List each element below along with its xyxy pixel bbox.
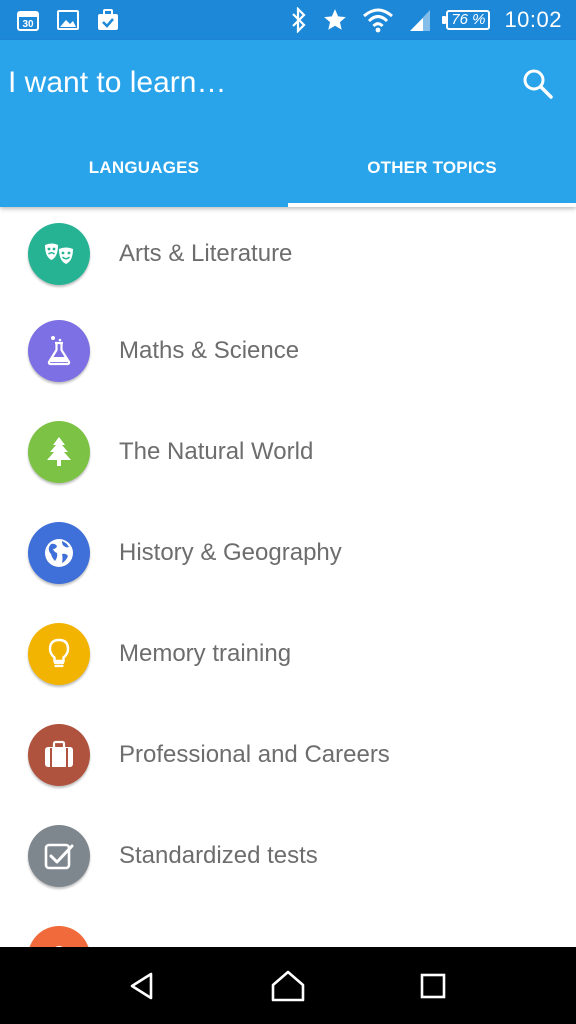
list-item-partial[interactable] (0, 906, 576, 947)
nature-icon-badge (28, 420, 90, 483)
app-bar: I want to learn… LANGUAGES OTHER TOPICS (0, 40, 576, 207)
recent-apps-button[interactable] (411, 964, 455, 1008)
bluetooth-icon (292, 7, 306, 33)
list-item-professional-careers[interactable]: Professional and Careers (0, 704, 576, 805)
memory-icon-badge (28, 622, 90, 685)
tab-other-topics[interactable]: OTHER TOPICS (288, 135, 576, 207)
status-bar: 30 76 % 10:02 (0, 0, 576, 40)
list-item-label: Maths & Science (119, 336, 300, 364)
calendar-notification-icon: 30 (17, 11, 39, 31)
checkbox-icon (44, 843, 74, 869)
list-item-maths-science[interactable]: Maths & Science (0, 300, 576, 401)
recents-square-icon (421, 973, 446, 998)
globe-icon (45, 538, 73, 567)
partial-icon-badge (28, 925, 90, 947)
wifi-icon (363, 8, 394, 33)
history-icon-badge (28, 521, 90, 584)
back-triangle-icon (130, 972, 152, 999)
tab-languages[interactable]: LANGUAGES (0, 135, 288, 207)
list-item-memory-training[interactable]: Memory training (0, 603, 576, 704)
list-item-standardized-tests[interactable]: Standardized tests (0, 805, 576, 906)
partial-icon (54, 945, 64, 947)
flask-icon (47, 335, 71, 365)
topic-list: Arts & Literature Maths & Science The Na… (0, 207, 576, 947)
list-item-label: Professional and Careers (119, 740, 390, 768)
home-icon (271, 970, 305, 1001)
careers-icon-badge (28, 723, 90, 786)
task-notification-icon (98, 9, 118, 30)
back-button[interactable] (121, 964, 165, 1008)
lightbulb-icon (48, 638, 70, 667)
list-item-history-geography[interactable]: History & Geography (0, 502, 576, 603)
list-item-label: The Natural World (119, 437, 314, 465)
theater-masks-icon (45, 243, 73, 264)
star-icon (324, 9, 347, 30)
image-notification-icon (57, 10, 79, 30)
list-item-arts-literature[interactable]: Arts & Literature (0, 207, 576, 300)
list-item-label: Arts & Literature (119, 239, 293, 267)
battery-indicator: 76 % (442, 10, 491, 30)
tab-bar: LANGUAGES OTHER TOPICS (0, 135, 576, 207)
home-button[interactable] (266, 964, 310, 1008)
clock: 10:02 (504, 7, 562, 32)
tree-icon (47, 436, 71, 466)
maths-icon-badge (28, 319, 90, 382)
list-item-natural-world[interactable]: The Natural World (0, 401, 576, 502)
tests-icon-badge (28, 824, 90, 887)
list-item-label: Memory training (119, 639, 292, 667)
briefcase-icon (45, 740, 73, 767)
page-title: I want to learn… (8, 66, 227, 99)
navigation-bar (0, 947, 576, 1024)
search-icon[interactable] (520, 66, 556, 102)
calendar-day: 30 (22, 19, 34, 30)
list-item-label: History & Geography (119, 538, 342, 566)
list-item-label: Standardized tests (119, 841, 318, 869)
cell-signal-icon (410, 10, 431, 31)
arts-icon-badge (28, 222, 90, 285)
